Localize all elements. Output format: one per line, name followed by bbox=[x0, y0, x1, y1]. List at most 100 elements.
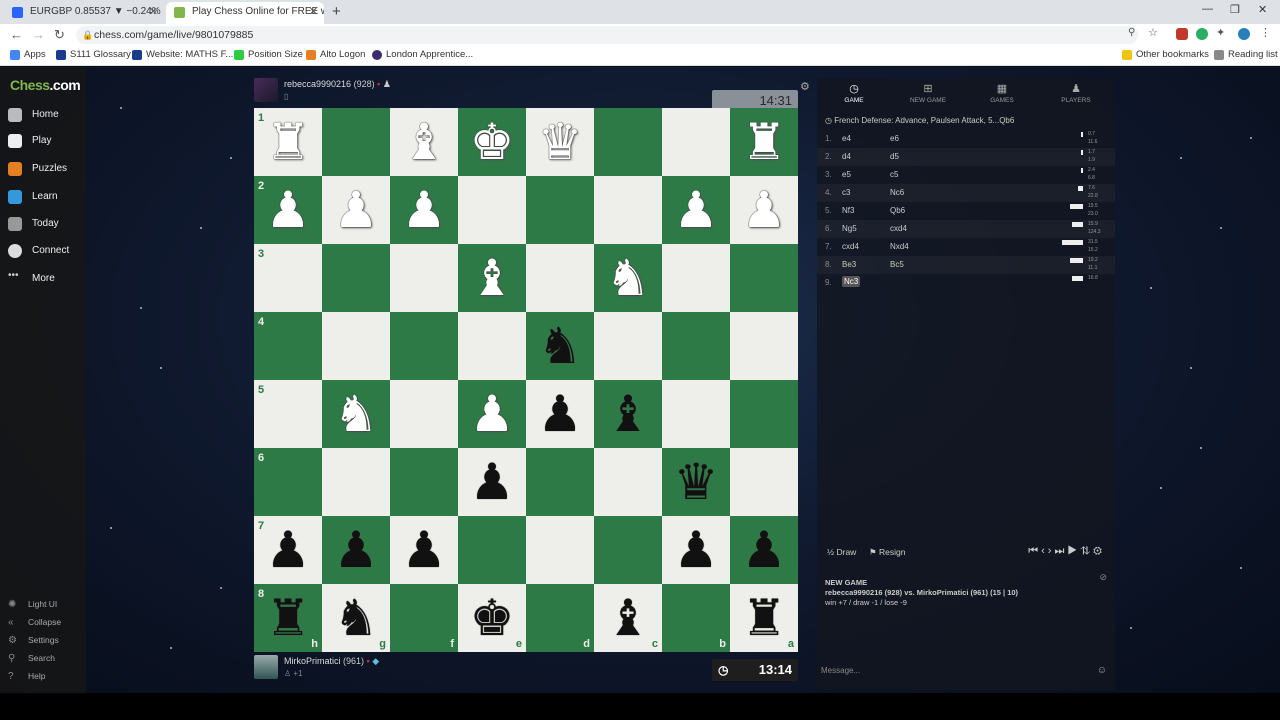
square-f1[interactable]: ♝ bbox=[390, 108, 458, 176]
player-name[interactable]: MirkoPrimatici (961) ▪ ◆ bbox=[284, 656, 379, 667]
black-move[interactable]: c5 bbox=[890, 170, 898, 179]
first-move-icon[interactable]: ⏮ bbox=[1028, 545, 1041, 557]
black-piece-c5[interactable]: ♝ bbox=[594, 380, 662, 448]
sidebar-item-puzzles[interactable]: Puzzles bbox=[8, 159, 67, 179]
white-piece-e5[interactable]: ♟ bbox=[458, 380, 526, 448]
black-piece-b7[interactable]: ♟ bbox=[662, 516, 730, 584]
close-tab-icon[interactable]: ✕ bbox=[309, 2, 318, 22]
square-d7[interactable] bbox=[526, 516, 594, 584]
square-b8[interactable]: b bbox=[662, 584, 730, 652]
sidebar-item-play[interactable]: Play bbox=[8, 131, 51, 151]
square-f3[interactable] bbox=[390, 244, 458, 312]
browser-tab-eurgbp[interactable]: EURGBP 0.85537 ▼ −0.24% Unna ✕ bbox=[4, 2, 164, 24]
square-b4[interactable] bbox=[662, 312, 730, 380]
square-g1[interactable] bbox=[322, 108, 390, 176]
tab-players[interactable]: ♟ PLAYERS bbox=[1039, 82, 1113, 104]
square-c2[interactable] bbox=[594, 176, 662, 244]
square-e4[interactable] bbox=[458, 312, 526, 380]
last-move-icon[interactable]: ⏭ bbox=[1054, 545, 1067, 557]
back-icon[interactable]: ← bbox=[10, 27, 23, 42]
help-link[interactable]: ? Help bbox=[8, 671, 45, 682]
puzzle-extensions-icon[interactable]: ✦ bbox=[1216, 26, 1228, 39]
bookmark-maths[interactable]: Website: MATHS F... bbox=[132, 49, 233, 60]
white-piece-a2[interactable]: ♟ bbox=[730, 176, 798, 244]
black-piece-h7[interactable]: ♟ bbox=[254, 516, 322, 584]
black-move[interactable]: d5 bbox=[890, 152, 899, 161]
square-a8[interactable]: a ♜ bbox=[730, 584, 798, 652]
square-h4[interactable]: 4 bbox=[254, 312, 322, 380]
black-move[interactable]: e6 bbox=[890, 134, 899, 143]
avatar[interactable] bbox=[254, 78, 278, 102]
message-input[interactable]: Message... bbox=[821, 666, 860, 675]
bookmark-london[interactable]: London Apprentice... bbox=[372, 49, 473, 60]
emoji-icon[interactable]: ☺ bbox=[1097, 665, 1107, 676]
square-g3[interactable] bbox=[322, 244, 390, 312]
black-move[interactable]: Qb6 bbox=[890, 206, 905, 215]
white-move[interactable]: d4 bbox=[842, 152, 851, 161]
flip-board-icon[interactable]: ⇅ bbox=[1080, 545, 1093, 557]
black-move[interactable]: cxd4 bbox=[890, 224, 907, 233]
square-h1[interactable]: 1 ♜ bbox=[254, 108, 322, 176]
black-piece-h8[interactable]: ♜ bbox=[254, 584, 322, 652]
white-piece-e1[interactable]: ♚ bbox=[458, 108, 526, 176]
square-d4[interactable]: ♞ bbox=[526, 312, 594, 380]
black-piece-a7[interactable]: ♟ bbox=[730, 516, 798, 584]
square-c1[interactable] bbox=[594, 108, 662, 176]
square-e7[interactable] bbox=[458, 516, 526, 584]
square-a7[interactable]: ♟ bbox=[730, 516, 798, 584]
square-h2[interactable]: 2 ♟ bbox=[254, 176, 322, 244]
square-d6[interactable] bbox=[526, 448, 594, 516]
sidebar-item-learn[interactable]: Learn bbox=[8, 187, 58, 207]
square-c7[interactable] bbox=[594, 516, 662, 584]
grammarly-icon[interactable] bbox=[1196, 28, 1208, 40]
url-field[interactable]: 🔒 chess.com/game/live/9801079885 bbox=[76, 26, 1138, 44]
white-piece-g5[interactable]: ♞ bbox=[322, 380, 390, 448]
white-piece-b2[interactable]: ♟ bbox=[662, 176, 730, 244]
square-b5[interactable] bbox=[662, 380, 730, 448]
reload-icon[interactable]: ↻ bbox=[54, 27, 65, 43]
black-move[interactable]: Nc6 bbox=[890, 188, 904, 197]
square-d1[interactable]: ♛ bbox=[526, 108, 594, 176]
bookmark-apps[interactable]: Apps bbox=[10, 49, 46, 60]
white-piece-c3[interactable]: ♞ bbox=[594, 244, 662, 312]
search-link[interactable]: ⚲ Search bbox=[8, 653, 55, 664]
tab-game[interactable]: ◷ GAME bbox=[817, 82, 891, 104]
white-piece-d1[interactable]: ♛ bbox=[526, 108, 594, 176]
square-d8[interactable]: d bbox=[526, 584, 594, 652]
square-g2[interactable]: ♟ bbox=[322, 176, 390, 244]
square-a6[interactable] bbox=[730, 448, 798, 516]
white-move[interactable]: e5 bbox=[842, 170, 851, 179]
close-tab-icon[interactable]: ✕ bbox=[149, 2, 158, 22]
prev-move-icon[interactable]: ‹ bbox=[1041, 545, 1048, 557]
white-move[interactable]: c3 bbox=[842, 188, 850, 197]
search-icon[interactable]: ⚲ bbox=[1128, 27, 1140, 39]
board-settings-gear-icon[interactable]: ⚙ bbox=[800, 80, 810, 93]
square-c5[interactable]: ♝ bbox=[594, 380, 662, 448]
square-b6[interactable]: ♛ bbox=[662, 448, 730, 516]
square-c3[interactable]: ♞ bbox=[594, 244, 662, 312]
sidebar-item-connect[interactable]: Connect bbox=[8, 241, 69, 261]
white-move[interactable]: e4 bbox=[842, 134, 851, 143]
restore-icon[interactable]: ❐ bbox=[1230, 3, 1240, 16]
white-move[interactable]: cxd4 bbox=[842, 242, 859, 251]
square-h6[interactable]: 6 bbox=[254, 448, 322, 516]
white-move[interactable]: Ng5 bbox=[842, 224, 857, 233]
black-piece-g8[interactable]: ♞ bbox=[322, 584, 390, 652]
square-e5[interactable]: ♟ bbox=[458, 380, 526, 448]
chess-board[interactable]: 1 ♜ ♝ ♚ ♛ ♜ 2 ♟ ♟ ♟ ♟ ♟ 3 ♝ ♞ 4 ♞ 5 ♞ ♟ ♟ ♝ 6 ♟ ♛ 7 ♟ ♟ ♟ ♟ ♟ 8 h ♜ g ♞ f e ♚ d… bbox=[254, 108, 798, 652]
square-e1[interactable]: ♚ bbox=[458, 108, 526, 176]
square-d2[interactable] bbox=[526, 176, 594, 244]
black-piece-e8[interactable]: ♚ bbox=[458, 584, 526, 652]
black-piece-e6[interactable]: ♟ bbox=[458, 448, 526, 516]
sidebar-item-more[interactable]: ••• More bbox=[8, 269, 55, 289]
black-move[interactable]: Bc5 bbox=[890, 260, 904, 269]
opening-name[interactable]: ◷ French Defense: Advance, Paulsen Attac… bbox=[825, 116, 1014, 125]
square-f8[interactable]: f bbox=[390, 584, 458, 652]
white-move[interactable]: Be3 bbox=[842, 260, 856, 269]
sidebar-item-home[interactable]: Home bbox=[8, 105, 59, 125]
square-g7[interactable]: ♟ bbox=[322, 516, 390, 584]
white-move[interactable]: Nc3 bbox=[842, 276, 861, 287]
black-piece-f7[interactable]: ♟ bbox=[390, 516, 458, 584]
black-piece-a8[interactable]: ♜ bbox=[730, 584, 798, 652]
white-piece-f1[interactable]: ♝ bbox=[390, 108, 458, 176]
